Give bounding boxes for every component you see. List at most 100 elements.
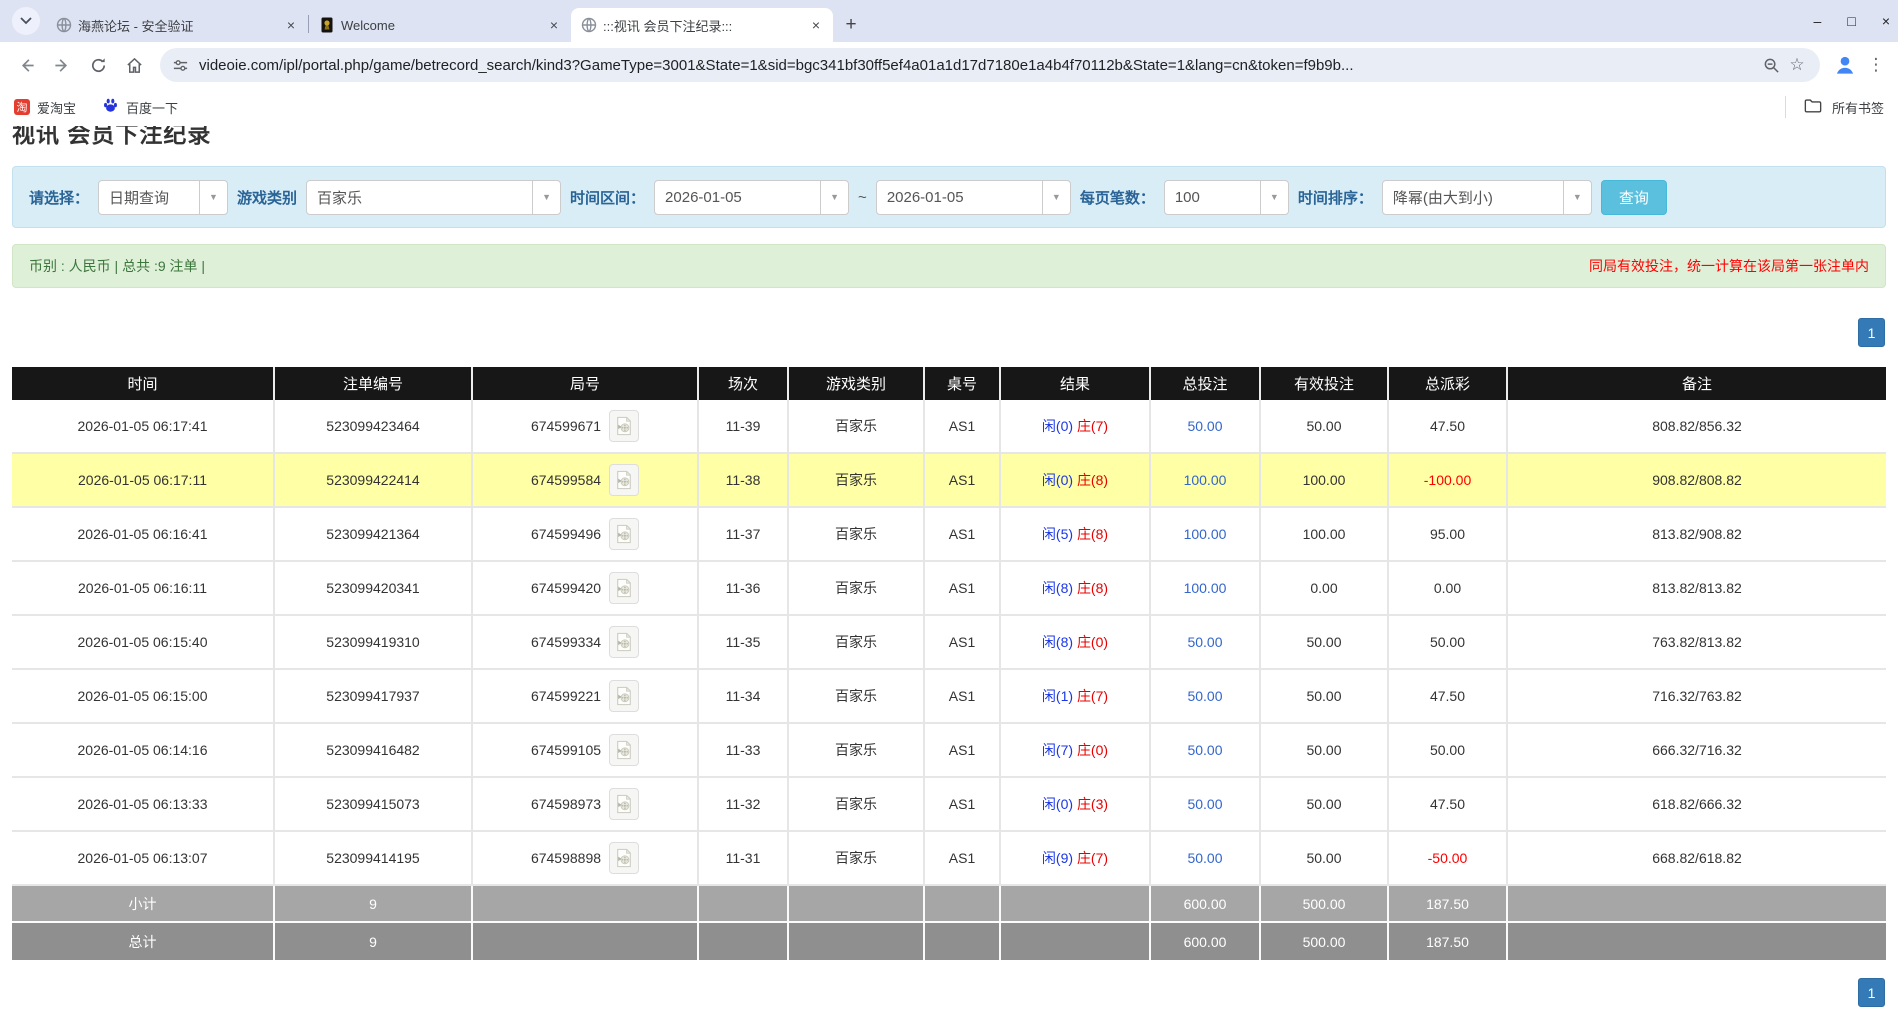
per-page-label: 每页笔数： <box>1080 187 1155 208</box>
per-page-value: 100 <box>1165 189 1260 206</box>
pagination-top: 1 <box>13 318 1885 347</box>
page-1-button[interactable]: 1 <box>1858 318 1885 347</box>
minimize-icon[interactable]: – <box>1814 13 1822 29</box>
video-replay-button[interactable] <box>609 788 639 820</box>
table-number: AS1 <box>925 508 1001 562</box>
query-mode-select[interactable]: 日期查询 ▼ <box>98 180 228 215</box>
tab-betrecord-active[interactable]: :::视讯 会员下注纪录::: × <box>571 8 833 42</box>
url-text[interactable]: videoie.com/ipl/portal.php/game/betrecor… <box>199 57 1758 74</box>
session: 11-31 <box>699 832 789 886</box>
bet-time: 2026-01-05 06:13:33 <box>12 778 275 832</box>
total-bet[interactable]: 50.00 <box>1151 778 1261 832</box>
home-button[interactable] <box>118 49 150 81</box>
welcome-favicon-icon <box>319 17 335 33</box>
result-cell: 闲(7) 庄(0) <box>1001 724 1151 778</box>
video-replay-button[interactable] <box>609 518 639 550</box>
date-from-select[interactable]: 2026-01-05 ▼ <box>654 180 849 215</box>
total-bet[interactable]: 50.00 <box>1151 670 1261 724</box>
table-row: 2026-01-05 06:13:07 523099414195 6745988… <box>12 832 1886 886</box>
tab-close-icon[interactable]: × <box>282 16 300 34</box>
round-cell: 674599105 <box>473 724 699 778</box>
round-cell: 674598973 <box>473 778 699 832</box>
remark: 808.82/856.32 <box>1508 400 1886 454</box>
session: 11-33 <box>699 724 789 778</box>
result-banker: 庄(8) <box>1077 580 1108 596</box>
video-replay-button[interactable] <box>609 734 639 766</box>
table-row: 2026-01-05 06:15:00 523099417937 6745992… <box>12 670 1886 724</box>
valid-bet: 50.00 <box>1261 400 1389 454</box>
video-replay-icon <box>615 470 633 490</box>
total-bet[interactable]: 50.00 <box>1151 616 1261 670</box>
game-type: 百家乐 <box>789 724 925 778</box>
sort-select[interactable]: 降幂(由大到小) ▼ <box>1382 180 1592 215</box>
round-id: 674598973 <box>531 796 601 812</box>
sort-label: 时间排序： <box>1298 187 1373 208</box>
result-cell: 闲(8) 庄(0) <box>1001 616 1151 670</box>
pagination-bottom: 1 <box>13 978 1885 1007</box>
total-count: 9 <box>275 923 473 960</box>
date-to-select[interactable]: 2026-01-05 ▼ <box>876 180 1071 215</box>
tab-close-icon[interactable]: × <box>545 16 563 34</box>
result-player: 闲(1) <box>1042 688 1073 704</box>
video-replay-button[interactable] <box>609 680 639 712</box>
caret-down-icon: ▼ <box>820 181 848 214</box>
close-icon[interactable]: × <box>1882 13 1890 29</box>
video-replay-button[interactable] <box>609 626 639 658</box>
bookmark-star-icon[interactable]: ☆ <box>1784 52 1810 78</box>
result-banker: 庄(0) <box>1077 634 1108 650</box>
result-player: 闲(5) <box>1042 526 1073 542</box>
forward-button[interactable] <box>46 49 78 81</box>
bet-records-table: 时间注单编号局号场次游戏类别桌号结果总投注有效投注总派彩备注 2026-01-0… <box>12 367 1886 960</box>
new-tab-button[interactable]: + <box>837 11 865 39</box>
tab-title: :::视讯 会员下注纪录::: <box>603 16 801 35</box>
bookmark-baidu[interactable]: 百度一下 <box>102 97 178 117</box>
maximize-icon[interactable]: □ <box>1847 13 1855 29</box>
game-type-select[interactable]: 百家乐 ▼ <box>306 180 561 215</box>
all-bookmarks-label[interactable]: 所有书签 <box>1832 98 1884 117</box>
round-id: 674599496 <box>531 526 601 542</box>
total-bet[interactable]: 50.00 <box>1151 400 1261 454</box>
result-banker: 庄(3) <box>1077 796 1108 812</box>
bet-id: 523099416482 <box>275 724 473 778</box>
payout: 50.00 <box>1389 616 1508 670</box>
video-replay-button[interactable] <box>609 410 639 442</box>
round-cell: 674599584 <box>473 454 699 508</box>
browser-menu-button[interactable]: ⋮ <box>1864 50 1888 80</box>
total-bet[interactable]: 50.00 <box>1151 832 1261 886</box>
back-button[interactable] <box>10 49 42 81</box>
reload-button[interactable] <box>82 49 114 81</box>
table-number: AS1 <box>925 454 1001 508</box>
video-replay-icon <box>615 524 633 544</box>
table-row: 2026-01-05 06:14:16 523099416482 6745991… <box>12 724 1886 778</box>
round-id: 674599584 <box>531 472 601 488</box>
address-bar[interactable]: videoie.com/ipl/portal.php/game/betrecor… <box>160 48 1820 82</box>
round-id: 674599420 <box>531 580 601 596</box>
result-banker: 庄(7) <box>1077 688 1108 704</box>
table-number: AS1 <box>925 616 1001 670</box>
result-cell: 闲(1) 庄(7) <box>1001 670 1151 724</box>
remark: 908.82/808.82 <box>1508 454 1886 508</box>
site-info-icon[interactable] <box>172 57 189 74</box>
table-row: 2026-01-05 06:17:11 523099422414 6745995… <box>12 454 1886 508</box>
video-replay-button[interactable] <box>609 842 639 874</box>
bet-id: 523099417937 <box>275 670 473 724</box>
tab-haiyan[interactable]: 海燕论坛 - 安全验证 × <box>46 8 308 42</box>
query-button[interactable]: 查询 <box>1601 180 1667 215</box>
per-page-select[interactable]: 100 ▼ <box>1164 180 1289 215</box>
tab-welcome[interactable]: Welcome × <box>309 8 571 42</box>
caret-down-icon: ▼ <box>1563 181 1591 214</box>
video-replay-button[interactable] <box>609 572 639 604</box>
total-bet[interactable]: 100.00 <box>1151 508 1261 562</box>
zoom-icon[interactable] <box>1758 52 1784 78</box>
tab-title: Welcome <box>341 18 539 33</box>
bet-time: 2026-01-05 06:16:41 <box>12 508 275 562</box>
video-replay-button[interactable] <box>609 464 639 496</box>
page-1-button[interactable]: 1 <box>1858 978 1885 1007</box>
profile-avatar[interactable] <box>1830 50 1860 80</box>
total-bet[interactable]: 100.00 <box>1151 562 1261 616</box>
total-bet[interactable]: 50.00 <box>1151 724 1261 778</box>
tab-search-button[interactable] <box>12 7 40 35</box>
total-bet[interactable]: 100.00 <box>1151 454 1261 508</box>
bookmark-taobao[interactable]: 淘 爱淘宝 <box>14 98 76 117</box>
tab-close-icon[interactable]: × <box>807 16 825 34</box>
